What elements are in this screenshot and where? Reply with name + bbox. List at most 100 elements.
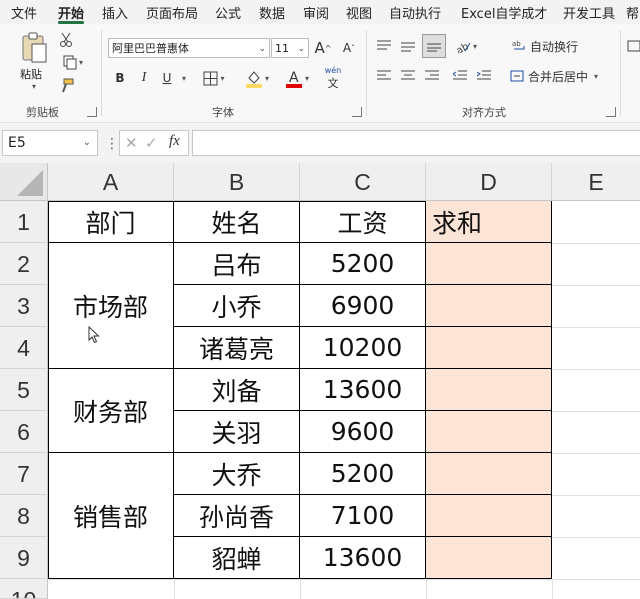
font-size-select[interactable]: 11 ⌄ xyxy=(271,38,309,58)
sum-cell[interactable] xyxy=(426,327,552,369)
salary-cell[interactable]: 10200 xyxy=(300,327,426,369)
menu-excel-self-study[interactable]: Excel自学成才 xyxy=(461,3,547,22)
wrap-text-button[interactable]: ab 自动换行 xyxy=(512,36,582,56)
paste-dropdown-icon[interactable]: ▾ xyxy=(32,82,36,91)
header-cell-name[interactable]: 姓名 xyxy=(174,201,300,243)
increase-indent-icon[interactable] xyxy=(474,66,494,86)
row-header-5[interactable]: 5 xyxy=(0,369,48,411)
enter-icon[interactable]: ✓ xyxy=(145,134,158,152)
insert-function-icon[interactable]: fx xyxy=(169,133,180,150)
department-cell-marketing[interactable]: 市场部 xyxy=(48,243,174,369)
formula-input[interactable] xyxy=(192,130,640,156)
underline-dropdown-icon[interactable]: ▾ xyxy=(182,74,186,83)
phonetic-guide-icon[interactable]: wén 文 xyxy=(322,66,344,90)
salary-cell[interactable]: 6900 xyxy=(300,285,426,327)
sum-cell[interactable] xyxy=(426,411,552,453)
menu-formulas[interactable]: 公式 xyxy=(215,3,241,22)
font-size-value: 11 xyxy=(275,42,289,55)
name-cell[interactable]: 关羽 xyxy=(174,411,300,453)
name-cell[interactable]: 大乔 xyxy=(174,453,300,495)
more-options-icon[interactable]: ⋮ xyxy=(105,136,119,152)
row-header-10[interactable]: 10 xyxy=(0,579,48,599)
column-header-a[interactable]: A xyxy=(48,163,174,201)
sum-cell[interactable] xyxy=(426,453,552,495)
menu-developer[interactable]: 开发工具 xyxy=(563,3,615,22)
underline-button[interactable]: U xyxy=(158,68,176,88)
row-header-3[interactable]: 3 xyxy=(0,285,48,327)
header-cell-department[interactable]: 部门 xyxy=(48,201,174,243)
column-header-d[interactable]: D xyxy=(426,163,552,201)
row-header-8[interactable]: 8 xyxy=(0,495,48,537)
paste-label[interactable]: 粘贴 xyxy=(20,66,42,82)
salary-cell[interactable]: 5200 xyxy=(300,243,426,285)
row-header-2[interactable]: 2 xyxy=(0,243,48,285)
menu-data[interactable]: 数据 xyxy=(259,3,285,22)
column-header-c[interactable]: C xyxy=(300,163,426,201)
sum-cell[interactable] xyxy=(426,537,552,579)
column-header-e[interactable]: E xyxy=(552,163,640,201)
menu-file[interactable]: 文件 xyxy=(11,3,37,22)
sum-cell[interactable] xyxy=(426,369,552,411)
row-header-9[interactable]: 9 xyxy=(0,537,48,579)
font-launcher-icon[interactable] xyxy=(352,107,362,117)
sum-cell[interactable] xyxy=(426,285,552,327)
name-cell[interactable]: 孙尚香 xyxy=(174,495,300,537)
department-cell-sales[interactable]: 销售部 xyxy=(48,453,174,579)
merge-center-button[interactable]: 合并后居中 ▾ xyxy=(510,66,614,86)
font-name-select[interactable]: 阿里巴巴普惠体 ⌄ xyxy=(108,38,270,58)
font-color-icon[interactable]: A ▾ xyxy=(280,66,314,90)
menu-insert[interactable]: 插入 xyxy=(102,3,128,22)
name-cell[interactable]: 吕布 xyxy=(174,243,300,285)
italic-button[interactable]: I xyxy=(135,68,153,88)
column-header-b[interactable]: B xyxy=(174,163,300,201)
paste-icon[interactable] xyxy=(14,30,54,66)
align-center-icon[interactable] xyxy=(398,66,418,86)
align-middle-icon[interactable] xyxy=(398,36,418,56)
increase-font-icon[interactable]: A ^ xyxy=(314,38,332,58)
department-cell-finance[interactable]: 财务部 xyxy=(48,369,174,453)
clipboard-launcher-icon[interactable] xyxy=(87,107,97,117)
salary-cell[interactable]: 9600 xyxy=(300,411,426,453)
menu-automate[interactable]: 自动执行 xyxy=(389,3,441,22)
decrease-font-icon[interactable]: Aˇ xyxy=(340,38,358,58)
menu-home[interactable]: 开始 xyxy=(58,3,84,22)
cut-icon[interactable] xyxy=(58,32,74,48)
row-header-7[interactable]: 7 xyxy=(0,453,48,495)
name-box[interactable]: E5 ⌄ xyxy=(2,130,98,156)
sum-cell[interactable] xyxy=(426,495,552,537)
name-cell[interactable]: 貂蝉 xyxy=(174,537,300,579)
menu-review[interactable]: 审阅 xyxy=(303,3,329,22)
sum-cell[interactable] xyxy=(426,243,552,285)
menu-page-layout[interactable]: 页面布局 xyxy=(146,3,198,22)
name-cell[interactable]: 诸葛亮 xyxy=(174,327,300,369)
alignment-launcher-icon[interactable] xyxy=(606,107,616,117)
borders-icon[interactable]: ▾ xyxy=(199,68,229,88)
align-bottom-icon[interactable] xyxy=(422,34,446,58)
row-header-6[interactable]: 6 xyxy=(0,411,48,453)
decrease-indent-icon[interactable] xyxy=(450,66,470,86)
row-header-4[interactable]: 4 xyxy=(0,327,48,369)
orientation-icon[interactable]: ab ▾ xyxy=(450,36,482,56)
row-header-1[interactable]: 1 xyxy=(0,201,48,243)
menu-help[interactable]: 帮 xyxy=(626,3,639,22)
header-cell-sum[interactable]: 求和 xyxy=(426,201,552,243)
salary-cell[interactable]: 7100 xyxy=(300,495,426,537)
cancel-icon[interactable]: ✕ xyxy=(125,134,138,152)
salary-cell[interactable]: 5200 xyxy=(300,453,426,495)
salary-cell[interactable]: 13600 xyxy=(300,369,426,411)
salary-cell[interactable]: 13600 xyxy=(300,537,426,579)
bold-button[interactable]: B xyxy=(111,68,129,88)
align-top-icon[interactable] xyxy=(374,36,394,56)
align-right-icon[interactable] xyxy=(422,66,442,86)
format-painter-icon[interactable] xyxy=(58,78,74,94)
copy-icon[interactable]: ▾ xyxy=(58,54,88,70)
name-cell[interactable]: 刘备 xyxy=(174,369,300,411)
align-left-icon[interactable] xyxy=(374,66,394,86)
header-cell-salary[interactable]: 工资 xyxy=(300,201,426,243)
select-all-corner[interactable] xyxy=(0,163,48,201)
fill-color-icon[interactable]: ▾ xyxy=(240,66,274,90)
ribbon: 粘贴 ▾ ▾ 剪贴板 阿里巴巴普惠体 ⌄ 11 ⌄ A ^ Aˇ B I U ▾ ▾ … xyxy=(0,24,640,123)
menu-view[interactable]: 视图 xyxy=(346,3,372,22)
name-cell[interactable]: 小乔 xyxy=(174,285,300,327)
number-format-icon[interactable] xyxy=(626,36,640,56)
